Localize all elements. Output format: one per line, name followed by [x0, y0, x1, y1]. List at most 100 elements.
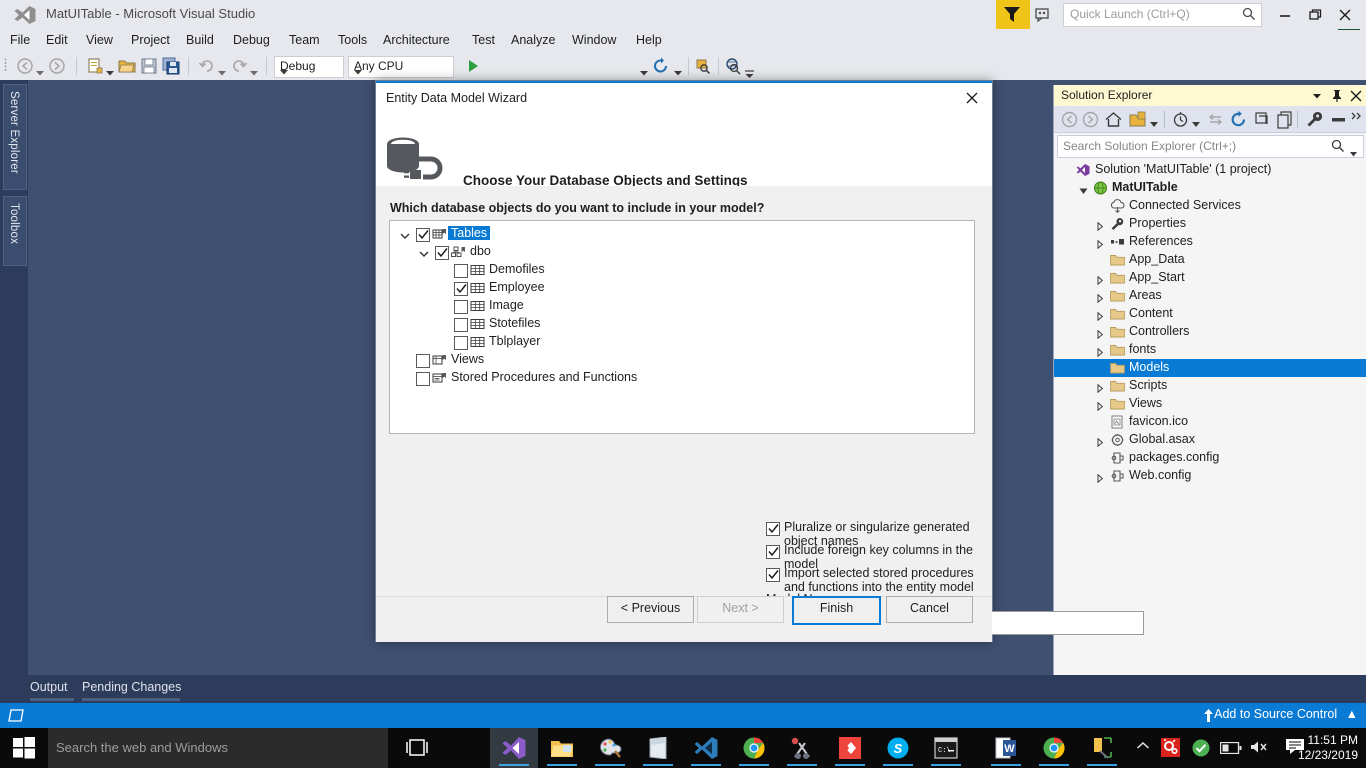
taskbar-app-snagit[interactable]: [1078, 728, 1126, 768]
save-all-icon[interactable]: [162, 57, 180, 75]
start-debug-dropdown-icon[interactable]: [640, 63, 648, 81]
solution-explorer-item-solution-matuitable-1-project[interactable]: Solution 'MatUITable' (1 project): [1054, 161, 1366, 179]
menu-item-window[interactable]: Window: [572, 33, 616, 47]
task-view-icon[interactable]: [398, 728, 436, 768]
tab-pending-changes[interactable]: Pending Changes: [82, 680, 181, 694]
taskbar-app-chrome-2[interactable]: [1030, 728, 1078, 768]
close-icon[interactable]: [1350, 89, 1362, 107]
solution-platform-select[interactable]: Any CPU: [348, 56, 454, 78]
db-object-checkbox[interactable]: [454, 264, 468, 278]
db-object-item-employee[interactable]: Employee: [390, 279, 974, 297]
overflow-icon[interactable]: [1351, 108, 1366, 127]
sync-icon[interactable]: [1206, 110, 1225, 129]
taskbar-clock[interactable]: 11:51 PM 12/23/2019: [1280, 733, 1358, 763]
forward-icon[interactable]: [1081, 110, 1100, 129]
database-objects-tree[interactable]: TablesdboDemofilesEmployeeImageStotefile…: [389, 220, 975, 434]
dialog-option-1[interactable]: Pluralize or singularize generated objec…: [376, 519, 992, 537]
navigate-forward-icon[interactable]: [48, 57, 66, 75]
menu-item-edit[interactable]: Edit: [46, 33, 68, 47]
triangle-right-icon[interactable]: [1096, 220, 1104, 234]
menu-item-help[interactable]: Help: [636, 33, 662, 47]
refresh-icon[interactable]: [1229, 110, 1248, 129]
redo-icon[interactable]: [230, 57, 248, 75]
solution-explorer-item-references[interactable]: References: [1054, 233, 1366, 251]
db-object-item-views[interactable]: Views: [390, 351, 974, 369]
triangle-down-icon[interactable]: [1079, 184, 1088, 198]
find-icon[interactable]: [724, 57, 742, 75]
properties-icon[interactable]: [1305, 110, 1324, 129]
menu-item-team[interactable]: Team: [289, 33, 320, 47]
dialog-option-checkbox[interactable]: [766, 522, 780, 536]
solution-explorer-item-packages-config[interactable]: packages.config: [1054, 449, 1366, 467]
solution-explorer-item-connected-services[interactable]: Connected Services: [1054, 197, 1366, 215]
triangle-right-icon[interactable]: [1096, 328, 1104, 342]
solution-explorer-item-fonts[interactable]: fonts: [1054, 341, 1366, 359]
start-debug-icon[interactable]: [464, 57, 482, 75]
taskbar-app-snipping-tool[interactable]: [778, 728, 826, 768]
taskbar-app-visual-studio[interactable]: [490, 728, 538, 768]
check-icon[interactable]: [1192, 739, 1210, 762]
db-object-checkbox[interactable]: [416, 228, 430, 242]
db-object-checkbox[interactable]: [454, 318, 468, 332]
chevron-down-icon[interactable]: [1312, 89, 1322, 107]
solution-configuration-select[interactable]: Debug: [274, 56, 344, 78]
triangle-right-icon[interactable]: [1096, 238, 1104, 252]
triangle-right-icon[interactable]: [1096, 310, 1104, 324]
taskbar-app-file-explorer[interactable]: [538, 728, 586, 768]
new-project-icon[interactable]: [86, 57, 104, 75]
menu-item-view[interactable]: View: [86, 33, 113, 47]
feedback-icon[interactable]: [1035, 6, 1055, 24]
chevron-down-icon[interactable]: [419, 247, 429, 261]
solution-explorer-item-models[interactable]: Models: [1054, 359, 1366, 377]
flag-icon[interactable]: [996, 0, 1030, 29]
pin-icon[interactable]: [1331, 89, 1343, 107]
triangle-right-icon[interactable]: [1096, 400, 1104, 414]
db-object-checkbox[interactable]: [435, 246, 449, 260]
taskbar-app-vs-code[interactable]: [682, 728, 730, 768]
dialog-option-2[interactable]: Include foreign key columns in the model: [376, 542, 992, 560]
pending-changes-icon[interactable]: [1128, 110, 1147, 129]
db-object-item-stored-procedures-and-functions[interactable]: Stored Procedures and Functions: [390, 369, 974, 387]
undo-dropdown-icon[interactable]: [218, 63, 226, 81]
taskbar-app-word[interactable]: W: [982, 728, 1030, 768]
minimize-icon[interactable]: [1272, 4, 1298, 24]
redo-dropdown-icon[interactable]: [250, 63, 258, 81]
solution-explorer-item-controllers[interactable]: Controllers: [1054, 323, 1366, 341]
menu-item-build[interactable]: Build: [186, 33, 214, 47]
toolbar-grip[interactable]: [4, 58, 9, 74]
triangle-right-icon[interactable]: [1096, 346, 1104, 360]
save-icon[interactable]: [140, 57, 158, 75]
collapse-all-icon[interactable]: [1253, 110, 1272, 129]
db-object-item-tblplayer[interactable]: Tblplayer: [390, 333, 974, 351]
antivirus-icon[interactable]: [1161, 738, 1180, 762]
attach-process-icon[interactable]: [694, 57, 712, 75]
solution-explorer-item-favicon-ico[interactable]: favicon.ico: [1054, 413, 1366, 431]
previous-button[interactable]: < Previous: [607, 596, 694, 623]
show-all-files-icon[interactable]: [1171, 110, 1190, 129]
solution-explorer-item-properties[interactable]: Properties: [1054, 215, 1366, 233]
solution-explorer-search-input[interactable]: Search Solution Explorer (Ctrl+;): [1057, 135, 1364, 158]
triangle-right-icon[interactable]: [1096, 274, 1104, 288]
tab-output[interactable]: Output: [30, 680, 68, 694]
dialog-option-checkbox[interactable]: [766, 568, 780, 582]
menu-item-analyze[interactable]: Analyze: [511, 33, 555, 47]
solution-explorer-item-scripts[interactable]: Scripts: [1054, 377, 1366, 395]
back-icon[interactable]: [1060, 110, 1079, 129]
db-object-checkbox[interactable]: [454, 282, 468, 296]
filter-dropdown-icon[interactable]: [1192, 115, 1200, 121]
taskbar-app-paint[interactable]: [586, 728, 634, 768]
preview-icon[interactable]: [1329, 110, 1348, 129]
chevron-down-icon[interactable]: [400, 229, 410, 243]
quick-launch-input[interactable]: Quick Launch (Ctrl+Q): [1063, 3, 1262, 27]
menu-item-test[interactable]: Test: [472, 33, 495, 47]
cancel-button[interactable]: Cancel: [886, 596, 973, 623]
restore-icon[interactable]: [1302, 4, 1328, 24]
db-object-item-tables[interactable]: Tables: [390, 225, 974, 243]
solution-explorer-item-areas[interactable]: Areas: [1054, 287, 1366, 305]
close-icon[interactable]: [960, 88, 984, 108]
triangle-right-icon[interactable]: [1096, 382, 1104, 396]
volume-muted-icon[interactable]: [1250, 740, 1270, 759]
view-code-icon[interactable]: [1276, 110, 1295, 129]
refresh-icon[interactable]: [652, 57, 670, 75]
solution-explorer-item-content[interactable]: Content: [1054, 305, 1366, 323]
